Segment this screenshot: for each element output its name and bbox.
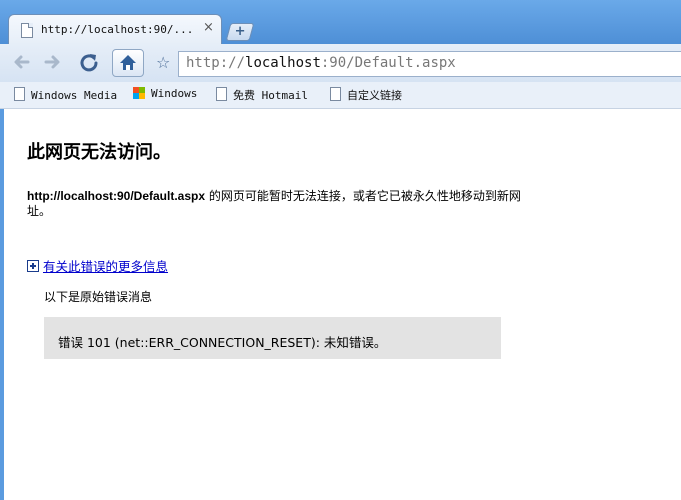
- back-arrow-icon: [14, 55, 30, 69]
- original-error-label: 以下是原始错误消息: [44, 290, 153, 304]
- page-icon: [330, 87, 341, 101]
- browser-tab[interactable]: http://localhost:90/... ×: [8, 14, 222, 45]
- address-bar-url: http://localhost:90/Default.aspx: [186, 55, 456, 71]
- error-message-box: 错误 101 (net::ERR_CONNECTION_RESET): 未知错误…: [44, 317, 501, 359]
- error-title: 此网页无法访问。: [27, 142, 171, 163]
- close-tab-icon[interactable]: ×: [203, 20, 214, 35]
- error-message: 错误 101 (net::ERR_CONNECTION_RESET): 未知错误…: [58, 335, 387, 350]
- bookmark-custom-links[interactable]: 自定义链接: [330, 87, 402, 103]
- home-icon: [120, 55, 136, 70]
- home-button[interactable]: [112, 49, 144, 77]
- bookmark-star-icon[interactable]: ☆: [156, 53, 170, 72]
- page-icon: [14, 87, 25, 101]
- forward-button[interactable]: [38, 49, 66, 75]
- address-bar[interactable]: http://localhost:90/Default.aspx: [178, 51, 681, 77]
- page-icon: [216, 87, 227, 101]
- bookmark-label: 自定义链接: [347, 89, 402, 102]
- bookmark-label: Windows Media: [31, 89, 118, 102]
- page-content: 此网页无法访问。 http://localhost:90/Default.asp…: [4, 109, 681, 500]
- error-description: http://localhost:90/Default.aspx 的网页可能暂时…: [27, 189, 527, 219]
- tab-strip: http://localhost:90/... × +: [0, 0, 681, 45]
- url-scheme: http://: [186, 55, 246, 71]
- error-url: http://localhost:90/Default.aspx: [27, 189, 206, 203]
- bookmark-label: 免费 Hotmail: [233, 89, 308, 102]
- back-button[interactable]: [8, 49, 36, 75]
- more-info-toggle[interactable]: 有关此错误的更多信息: [27, 256, 168, 275]
- browser-window: http://localhost:90/... × + ☆ http://loc…: [0, 0, 681, 500]
- bookmark-hotmail[interactable]: 免费 Hotmail: [216, 87, 308, 103]
- bookmarks-bar: Windows Media Windows 免费 Hotmail 自定义链接: [0, 82, 681, 109]
- url-path: :90/Default.aspx: [320, 55, 456, 71]
- reload-icon: [80, 54, 98, 72]
- bookmark-windows[interactable]: Windows: [133, 87, 197, 100]
- forward-arrow-icon: [44, 55, 60, 69]
- new-tab-button[interactable]: +: [225, 23, 255, 41]
- tab-title: http://localhost:90/...: [41, 23, 194, 36]
- bookmark-label: Windows: [151, 87, 198, 100]
- expand-plus-icon[interactable]: [27, 260, 39, 272]
- more-info-link[interactable]: 有关此错误的更多信息: [43, 259, 168, 274]
- navigation-toolbar: ☆ http://localhost:90/Default.aspx: [0, 44, 681, 83]
- url-host: localhost: [245, 55, 321, 71]
- reload-button[interactable]: [75, 49, 103, 75]
- bookmark-windows-media[interactable]: Windows Media: [14, 87, 117, 102]
- plus-icon: +: [234, 24, 246, 39]
- page-icon: [21, 23, 33, 38]
- windows-logo-icon: [133, 87, 145, 99]
